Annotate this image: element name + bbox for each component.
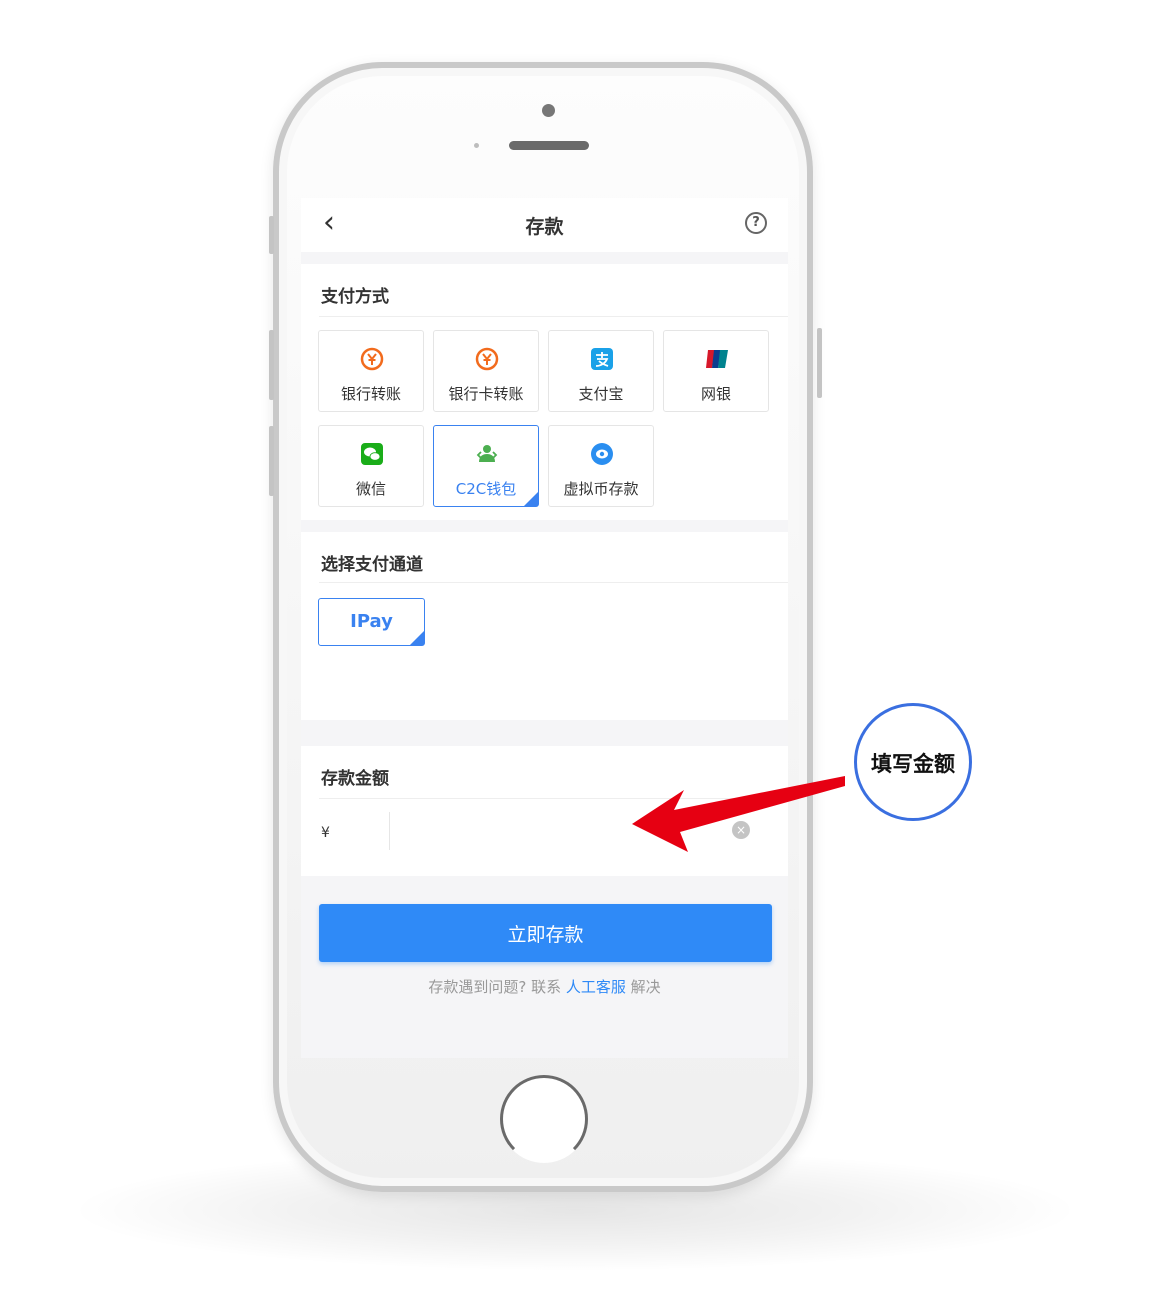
amount-title: 存款金额 <box>321 769 389 789</box>
method-label: 银行卡转账 <box>448 385 524 403</box>
help-text: 存款遇到问题? 联系 人工客服 解决 <box>301 976 788 997</box>
question-circle-icon[interactable]: ? <box>745 212 767 234</box>
method-c2c-wallet[interactable]: C2C钱包 <box>433 425 539 507</box>
wechat-icon <box>361 443 383 465</box>
method-label: 银行转账 <box>340 385 401 403</box>
payment-method-card: 支付方式 银行转账 银行卡转账 支付宝 网银 微信 C2C钱包 虚拟币存款 <box>301 264 788 520</box>
amount-separator <box>389 812 390 850</box>
channel-option-ipay[interactable]: IPay <box>318 598 425 646</box>
help-text-before: 存款遇到问题? 联系 <box>428 978 566 996</box>
method-label: 网银 <box>700 385 731 403</box>
mute-switch <box>269 216 274 254</box>
method-label: C2C钱包 <box>455 480 517 498</box>
section-divider <box>319 582 788 583</box>
currency-symbol: ¥ <box>321 825 330 841</box>
payment-method-title: 支付方式 <box>321 287 389 307</box>
annotation-callout: 填写金额 <box>854 703 972 821</box>
front-camera <box>542 104 555 117</box>
c2c-wallet-icon <box>476 445 498 462</box>
annotation-arrow <box>632 776 845 852</box>
deposit-now-button[interactable]: 立即存款 <box>319 904 772 962</box>
home-button[interactable] <box>500 1075 588 1163</box>
selected-corner-mark <box>410 631 424 645</box>
bank-transfer-icon <box>360 347 384 371</box>
channel-title: 选择支付通道 <box>321 555 423 575</box>
page-title: 存款 <box>525 216 564 238</box>
customer-service-link[interactable]: 人工客服 <box>566 978 626 996</box>
method-alipay[interactable]: 支付宝 <box>548 330 654 412</box>
method-crypto[interactable]: 虚拟币存款 <box>548 425 654 507</box>
alipay-icon <box>591 348 613 370</box>
earpiece-speaker <box>509 141 589 150</box>
section-divider <box>319 316 788 317</box>
channel-label: IPay <box>350 611 393 632</box>
method-wechat[interactable]: 微信 <box>318 425 424 507</box>
annotation-label: 填写金额 <box>871 752 955 776</box>
app-screen: ‹ 存款 ? 支付方式 银行转账 银行卡转账 支付宝 网银 微信 C2C钱包 虚… <box>301 198 788 1058</box>
method-label: 支付宝 <box>578 385 624 403</box>
method-bank-card[interactable]: 银行卡转账 <box>433 330 539 412</box>
help-text-after: 解决 <box>625 978 661 996</box>
power-button <box>817 328 822 398</box>
method-label: 微信 <box>355 480 386 498</box>
bank-card-icon <box>475 347 499 371</box>
method-label: 虚拟币存款 <box>563 480 639 498</box>
proximity-sensor <box>474 143 479 148</box>
method-online-banking[interactable]: 网银 <box>663 330 769 412</box>
method-bank-transfer[interactable]: 银行转账 <box>318 330 424 412</box>
volume-up-button <box>269 330 274 400</box>
unionpay-icon <box>706 350 728 368</box>
volume-down-button <box>269 426 274 496</box>
nav-bar: ‹ 存款 ? <box>301 198 788 252</box>
selected-corner-mark <box>524 492 538 506</box>
crypto-coin-icon <box>591 443 613 465</box>
